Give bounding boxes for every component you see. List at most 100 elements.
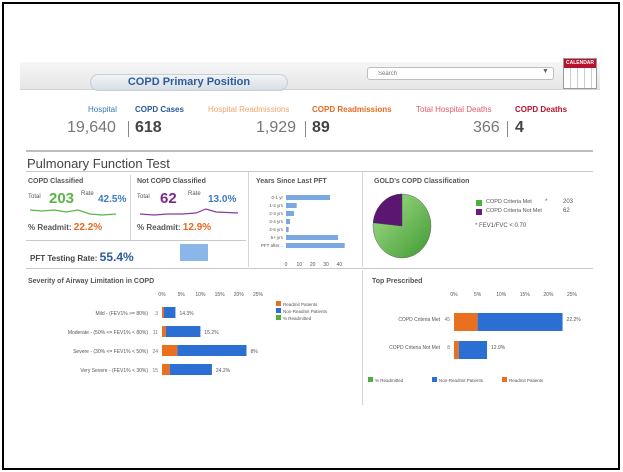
total-label: Total bbox=[137, 194, 150, 200]
tick-label: 5% bbox=[474, 292, 482, 298]
legend-label: Readmit Patients bbox=[509, 378, 544, 383]
data-label: 8% bbox=[250, 349, 258, 355]
row-count: 45 bbox=[444, 317, 450, 323]
kpi-separator bbox=[507, 121, 508, 137]
tick-label: 4-5 yrs bbox=[269, 227, 284, 232]
gold-pie-chart bbox=[372, 193, 432, 259]
kpi-separator bbox=[305, 121, 306, 137]
bar bbox=[286, 195, 330, 200]
tick-label: PFT after... bbox=[261, 243, 283, 248]
row-label: COPD Criteria Not Met bbox=[389, 345, 440, 351]
row-count: 24 bbox=[152, 349, 158, 355]
legend-swatch bbox=[476, 200, 482, 206]
bar-readmit bbox=[162, 326, 166, 337]
data-label: 14.3% bbox=[179, 311, 194, 317]
kpi-value: 89 bbox=[312, 119, 330, 136]
severity-chart: 0% 5% 10% 15% 20% 25% Mild - (FEV1% >= 80%) 3 14… bbox=[68, 292, 328, 375]
not-classified-rate: 13.0% bbox=[208, 194, 237, 205]
data-label: 12.9% bbox=[491, 345, 506, 351]
bar-nonreadmit bbox=[165, 326, 201, 337]
kpi-label: Hospital bbox=[88, 105, 117, 114]
calendar-button[interactable]: CALENDAR bbox=[563, 58, 597, 89]
classified-rate: 42.5% bbox=[98, 194, 127, 205]
row-count: 15 bbox=[152, 368, 158, 374]
row-count: 3 bbox=[155, 311, 158, 317]
divider bbox=[26, 268, 593, 269]
pie-slice-criteria-not-met bbox=[372, 193, 403, 227]
tick-label: 15% bbox=[215, 292, 226, 298]
search-input[interactable] bbox=[367, 67, 554, 80]
severity-title: Severity of Airway Limitation in COPD bbox=[28, 278, 155, 285]
divider bbox=[26, 171, 593, 172]
data-label: 22.2% bbox=[567, 317, 582, 323]
classified-sparkline bbox=[30, 209, 117, 216]
bar-nonreadmit bbox=[163, 307, 176, 318]
kpi-label: COPD Cases bbox=[135, 105, 184, 114]
legend-value: 203 bbox=[563, 199, 574, 205]
legend-label: Non-Readmit Patients bbox=[283, 309, 328, 314]
kpi-label: Hospital Readmissions bbox=[208, 105, 290, 114]
legend-label: Non-Readmit Patients bbox=[439, 378, 484, 383]
bar bbox=[286, 235, 338, 240]
bar-readmit bbox=[162, 345, 178, 356]
tick-label: 15% bbox=[520, 292, 531, 298]
bar-readmit bbox=[162, 307, 164, 318]
tick-label: 2-3 yrs bbox=[269, 211, 284, 216]
tick-label: 10% bbox=[496, 292, 507, 298]
legend-swatch bbox=[276, 308, 281, 313]
legend-swatch bbox=[276, 301, 281, 306]
tick-label: 0% bbox=[158, 292, 166, 298]
row-label: COPD Criteria Met bbox=[398, 317, 440, 323]
bar bbox=[286, 219, 290, 224]
data-label: 24.2% bbox=[216, 368, 231, 374]
not-classified-readmit: % Readmit: 12.9% bbox=[137, 222, 212, 233]
legend-label: % Readmitted bbox=[283, 316, 312, 321]
kpi-value: 366 bbox=[473, 119, 500, 136]
dashboard-title[interactable]: COPD Primary Position bbox=[90, 74, 288, 91]
kpi-value: 1,929 bbox=[256, 119, 297, 136]
bar bbox=[286, 243, 345, 248]
tick-label: 3-4 yrs bbox=[269, 219, 284, 224]
top-prescribed-title: Top Prescribed bbox=[372, 278, 423, 285]
total-label: Total bbox=[28, 194, 41, 200]
row-label: Severe - (30% <= FEV1% < 50%) bbox=[73, 349, 148, 355]
row-count: 11 bbox=[153, 330, 158, 336]
tick-label: 0% bbox=[450, 292, 458, 298]
section-title: Pulmonary Function Test bbox=[27, 156, 170, 171]
tick-label: 5+ yrs bbox=[271, 235, 284, 240]
kpi-value: 618 bbox=[135, 119, 162, 136]
not-classified-sparkline bbox=[140, 208, 239, 216]
kpi-value: 19,640 bbox=[67, 119, 116, 136]
bar bbox=[286, 211, 294, 216]
tick-label: 25% bbox=[253, 292, 264, 298]
divider bbox=[26, 150, 593, 152]
divider bbox=[248, 172, 249, 267]
chevron-down-icon[interactable]: ▼ bbox=[542, 68, 549, 75]
divider bbox=[130, 175, 131, 240]
gold-footnote: * FEV1/FVC < 0.70 bbox=[475, 223, 527, 229]
row-label: Mild - (FEV1% >= 80%) bbox=[95, 311, 148, 317]
legend-label: COPD Criteria Not Met bbox=[486, 208, 542, 214]
legend-swatch bbox=[476, 209, 482, 215]
legend-marker: * bbox=[545, 199, 548, 205]
legend-label: % Readmitted bbox=[375, 378, 404, 383]
legend-swatch bbox=[276, 315, 281, 320]
gold-title: GOLD's COPD Classification bbox=[374, 178, 470, 185]
tick-label: 5% bbox=[178, 292, 186, 298]
divider bbox=[362, 172, 363, 267]
bar-readmit bbox=[454, 341, 459, 359]
data-label: 15.2% bbox=[204, 330, 219, 336]
rate-label: Rate bbox=[188, 191, 201, 197]
legend-swatch bbox=[502, 377, 507, 382]
kpi-label: COPD Readmissions bbox=[312, 105, 392, 114]
rate-label: Rate bbox=[81, 191, 94, 197]
tick-label: 10% bbox=[195, 292, 206, 298]
legend-value: 62 bbox=[563, 208, 570, 214]
bar bbox=[286, 203, 297, 208]
bar-readmit bbox=[454, 313, 478, 331]
top-prescribed-chart: 0% 5% 10% 15% 20% 25% COPD Criteria Met 45 22.2%… bbox=[368, 292, 582, 383]
tick-label: 1-2 yrs bbox=[269, 203, 284, 208]
kpi-separator bbox=[128, 121, 129, 137]
bar-nonreadmit bbox=[177, 345, 247, 356]
years-chart-title: Years Since Last PFT bbox=[256, 178, 327, 185]
